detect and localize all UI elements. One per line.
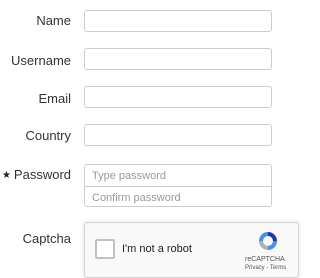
recaptcha-brand: reCAPTCHA	[245, 256, 285, 263]
password-label: Password	[13, 167, 71, 182]
recaptcha-checkbox-label: I'm not a robot	[122, 243, 192, 255]
captcha-label: Captcha	[22, 231, 71, 246]
password-group	[84, 164, 272, 207]
recaptcha-checkbox[interactable]	[95, 239, 115, 259]
confirm-password-input[interactable]	[85, 187, 271, 206]
username-input[interactable]	[84, 48, 272, 70]
recaptcha-logo-icon	[259, 232, 277, 250]
username-label: Username	[11, 53, 71, 68]
country-label: Country	[25, 128, 71, 143]
name-label: Name	[36, 13, 71, 28]
password-input[interactable]	[85, 165, 271, 186]
email-label: Email	[38, 91, 71, 106]
password-label-wrap: ★ Password	[2, 167, 71, 182]
name-input[interactable]	[84, 10, 272, 32]
recaptcha-links[interactable]: Privacy - Terms	[245, 265, 286, 271]
country-input[interactable]	[84, 124, 272, 146]
required-star-icon: ★	[1, 170, 11, 181]
email-input[interactable]	[84, 86, 272, 108]
